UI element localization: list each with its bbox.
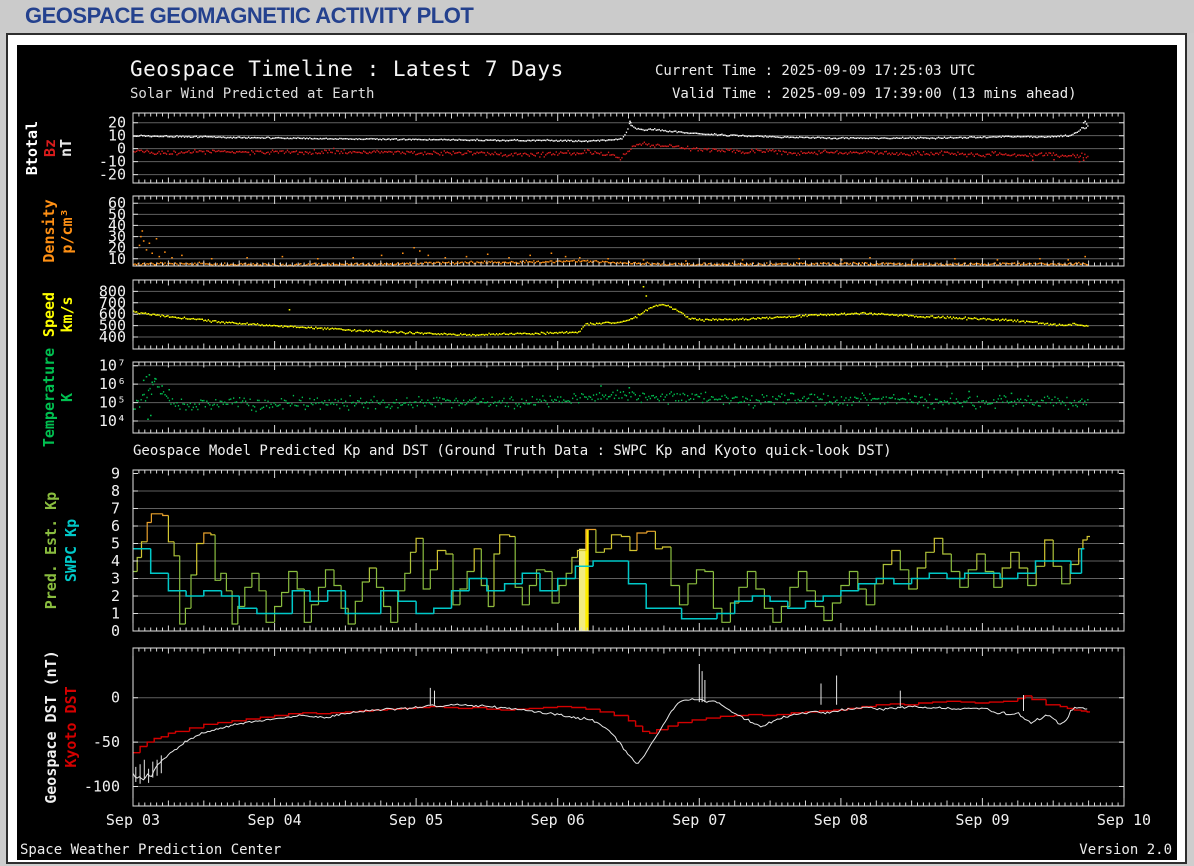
- geospace-chart: 20100-10-20Btotal BznT605040302010Density…: [23, 112, 1151, 829]
- svg-text:km/s: km/s: [58, 296, 76, 332]
- svg-text:0: 0: [111, 689, 120, 707]
- svg-text:nT: nT: [57, 139, 75, 157]
- svg-text:Sep 04: Sep 04: [247, 811, 301, 829]
- page: { "header": { "title": "GEOSPACE GEOMAGN…: [0, 0, 1194, 866]
- svg-text:Sep 10: Sep 10: [1097, 811, 1151, 829]
- svg-text:5: 5: [111, 535, 120, 553]
- svg-text:-20: -20: [99, 166, 126, 184]
- svg-text:Temperature: Temperature: [40, 348, 58, 447]
- current-time: Current Time : 2025-09-09 17:25:03 UTC: [655, 63, 976, 79]
- svg-text:p/cm³: p/cm³: [58, 208, 76, 253]
- svg-text:10⁶: 10⁶: [99, 375, 126, 393]
- svg-text:Geospace DST (nT): Geospace DST (nT): [42, 650, 60, 804]
- svg-text:-100: -100: [84, 777, 120, 795]
- svg-text:Sep 03: Sep 03: [106, 811, 160, 829]
- svg-text:7: 7: [111, 500, 120, 518]
- svg-text:0: 0: [111, 622, 120, 640]
- svg-text:9: 9: [111, 465, 120, 483]
- plot-subtitle: Solar Wind Predicted at Earth: [130, 86, 375, 102]
- svg-text:10⁴: 10⁴: [99, 412, 126, 430]
- svg-text:Sep 08: Sep 08: [814, 811, 868, 829]
- svg-text:Pred. Est. Kp: Pred. Est. Kp: [42, 492, 60, 609]
- svg-text:4: 4: [111, 552, 120, 570]
- svg-text:Sep 07: Sep 07: [672, 811, 726, 829]
- svg-text:3: 3: [111, 570, 120, 588]
- plot-title: Geospace Timeline : Latest 7 Days: [130, 57, 564, 81]
- svg-text:Kyoto DST: Kyoto DST: [62, 686, 80, 767]
- valid-time: Valid Time : 2025-09-09 17:39:00 (13 min…: [672, 86, 1077, 102]
- svg-text:Sep 09: Sep 09: [955, 811, 1009, 829]
- svg-text:1: 1: [111, 605, 120, 623]
- svg-text:6: 6: [111, 517, 120, 535]
- svg-text:2: 2: [111, 587, 120, 605]
- svg-text:K: K: [58, 393, 76, 402]
- svg-text:Speed: Speed: [40, 292, 58, 337]
- svg-text:400: 400: [99, 328, 126, 346]
- svg-text:10: 10: [108, 250, 126, 268]
- footer-version: Version 2.0: [1079, 842, 1172, 858]
- svg-text:Btotal: Btotal: [23, 121, 41, 175]
- section2-title: Geospace Model Predicted Kp and DST (Gro…: [133, 443, 892, 459]
- svg-text:8: 8: [111, 482, 120, 500]
- svg-text:-50: -50: [93, 733, 120, 751]
- footer-credit: Space Weather Prediction Center: [20, 842, 282, 858]
- svg-text:10⁵: 10⁵: [99, 394, 126, 412]
- svg-text:SWPC Kp: SWPC Kp: [62, 519, 80, 582]
- svg-text:10⁷: 10⁷: [99, 357, 126, 375]
- svg-text:Sep 06: Sep 06: [531, 811, 585, 829]
- svg-text:Density: Density: [40, 199, 58, 262]
- svg-text:Sep 05: Sep 05: [389, 811, 443, 829]
